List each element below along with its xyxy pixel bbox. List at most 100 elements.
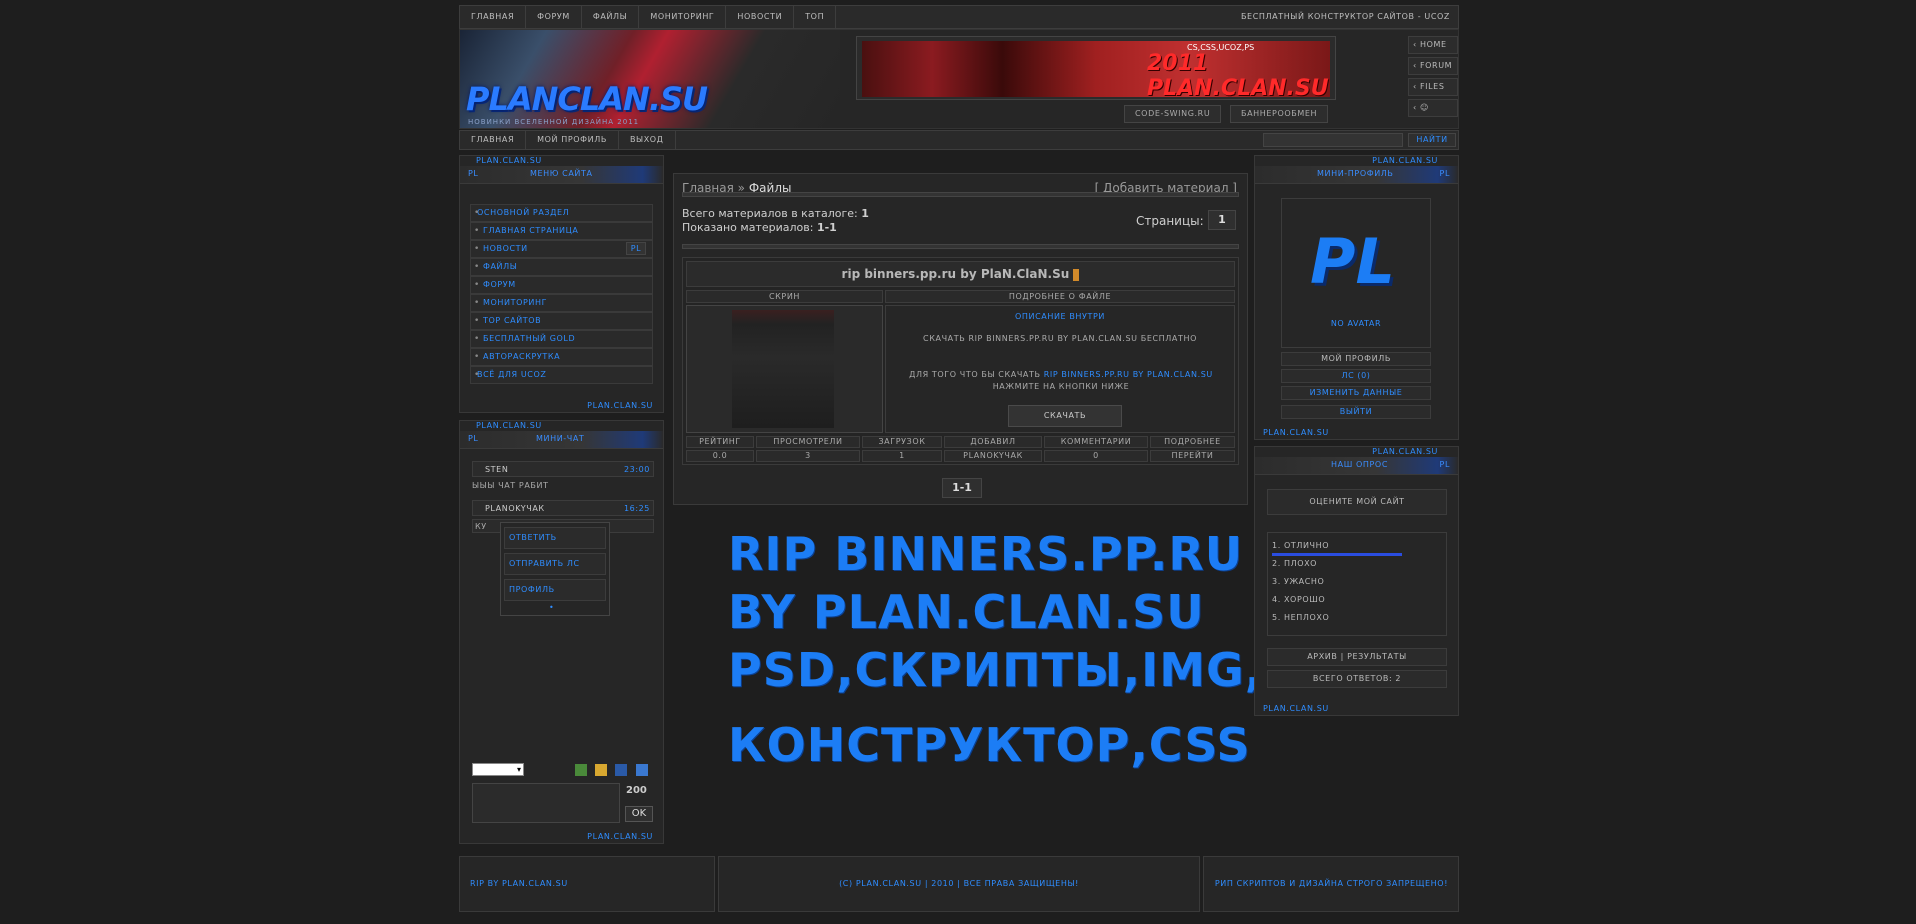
- menu-item-files[interactable]: Файлы: [470, 258, 653, 276]
- description-heading[interactable]: Описание внутри: [886, 312, 1234, 321]
- home-link[interactable]: ‹ HOME: [1408, 36, 1458, 54]
- subnav-logout[interactable]: Выход: [619, 131, 676, 149]
- menu-section-head[interactable]: Основной раздел: [470, 204, 653, 222]
- subnav-home[interactable]: Главная: [460, 131, 527, 149]
- total-materials: Всего материалов в каталоге: 1: [682, 207, 869, 220]
- ucoz-link[interactable]: Бесплатный конструктор сайтов - uCoz: [1241, 6, 1450, 28]
- poll-brand: plan.clan.su: [1372, 447, 1438, 456]
- footer-center: (c) plan.clan.su | 2010 | Все права защи…: [718, 856, 1200, 912]
- panel-title-bar: PL Меню сайта: [460, 166, 663, 184]
- menu-foot[interactable]: Всё для uCoz: [470, 366, 653, 384]
- footer-left: Rip by plan.clan.su: [459, 856, 715, 912]
- forum-link[interactable]: ‹ FORUM: [1408, 57, 1458, 75]
- comments-value: 0: [1044, 450, 1148, 462]
- menu-item-news[interactable]: НовостиPL: [470, 240, 653, 258]
- menu-item-free-gold[interactable]: Бесплатный gold: [470, 330, 653, 348]
- shown-materials: Показано материалов: 1-1: [682, 221, 837, 234]
- description-instructions: Для того что бы скачать rip binners.pp.r…: [909, 370, 1213, 391]
- send-pm-menu-item[interactable]: Отправить ЛС: [504, 553, 606, 575]
- chat-username: PlanokyЧак: [485, 504, 545, 513]
- poll-total: Всего ответов: 2: [1267, 670, 1447, 688]
- page-number[interactable]: 1: [1208, 210, 1236, 230]
- refresh-icon[interactable]: [575, 764, 587, 776]
- avatar[interactable]: PL No avatar: [1281, 198, 1431, 348]
- download-button[interactable]: Скачать: [1008, 405, 1122, 427]
- stats-header: Рейтинг: [686, 436, 754, 448]
- screen-column-header: Скрин: [686, 290, 883, 303]
- menu-item-home[interactable]: Главная страница: [470, 222, 653, 240]
- chat-context-menu: Ответить Отправить ЛС Профиль •: [500, 522, 610, 616]
- poll-title: Наш опрос: [1331, 460, 1389, 469]
- menu-item-monitoring[interactable]: Мониторинг: [470, 294, 653, 312]
- banner-title: 2011 PLAN.CLAN.SU: [1147, 51, 1329, 101]
- chat-message-header[interactable]: Sten 23:00: [472, 461, 654, 477]
- promo-line: BY PLAN.CLAN.SU: [728, 585, 1205, 639]
- menu-item-autopromo[interactable]: Автораскрутка: [470, 348, 653, 366]
- profile-title: Мини-профиль: [1317, 169, 1394, 178]
- chat-time: 23:00: [623, 465, 650, 474]
- smiley-select[interactable]: ▾: [472, 763, 524, 776]
- content-area: Главная » Файлы [ Добавить материал ] Вс…: [673, 173, 1248, 505]
- bold-icon[interactable]: [615, 764, 627, 776]
- chat-title-bar: PL Мини-чат: [460, 431, 663, 449]
- smile-link[interactable]: ‹ ☺: [1408, 99, 1458, 117]
- chevron-left-icon: ‹: [1413, 40, 1420, 49]
- reply-menu-item[interactable]: Ответить: [504, 527, 606, 549]
- calendar-icon[interactable]: [636, 764, 648, 776]
- profile-brand: plan.clan.su: [1372, 156, 1438, 165]
- poll-option[interactable]: 5. Неплохо: [1272, 613, 1329, 622]
- views-value: 3: [756, 450, 860, 462]
- file-link[interactable]: rip binners.pp.ru by plan.clan.su: [1044, 370, 1213, 379]
- smile-icon[interactable]: [595, 764, 607, 776]
- files-link[interactable]: ‹ FILES: [1408, 78, 1458, 96]
- poll-option[interactable]: 2. Плохо: [1272, 559, 1317, 568]
- search-input[interactable]: [1263, 133, 1403, 147]
- poll-option[interactable]: 3. Ужасно: [1272, 577, 1324, 586]
- code-swing-button[interactable]: code-swing.ru: [1124, 105, 1222, 123]
- panel-title: Меню сайта: [530, 169, 593, 178]
- go-link[interactable]: Перейти: [1150, 450, 1235, 462]
- poll-option[interactable]: 1. Отлично: [1272, 541, 1329, 550]
- edit-data-link[interactable]: Изменить данные: [1281, 386, 1431, 400]
- site-logo[interactable]: PLANCLAN.SU: [466, 80, 708, 118]
- chevron-left-icon: ‹: [1413, 103, 1420, 112]
- mini-chat-panel: plan.clan.su PL Мини-чат Sten 23:00 ыыы …: [459, 420, 664, 844]
- profile-tag: PL: [1439, 169, 1450, 178]
- banner[interactable]: CS,CSS,UCOZ,PS 2011 PLAN.CLAN.SU: [856, 36, 1336, 101]
- topnav-files[interactable]: Файлы: [582, 6, 640, 28]
- pages-label: Страницы:: [1136, 214, 1204, 228]
- poll-result-bar: [1272, 553, 1402, 556]
- divider: [682, 192, 1239, 197]
- search-button[interactable]: Найти: [1408, 133, 1456, 147]
- screenshot-thumbnail[interactable]: [686, 305, 883, 433]
- topnav-top[interactable]: Топ: [794, 6, 837, 28]
- download-icon: [1073, 268, 1080, 281]
- subnav-profile[interactable]: Мой профиль: [526, 131, 619, 149]
- entry-title[interactable]: rip binners.pp.ru by PlaN.ClaN.Su: [686, 261, 1235, 287]
- pm-link[interactable]: ЛС (0): [1281, 369, 1431, 383]
- stats-header: Загрузок: [862, 436, 942, 448]
- logout-link[interactable]: Выйти: [1281, 405, 1431, 419]
- chat-brand: plan.clan.su: [476, 421, 542, 430]
- profile-menu-item[interactable]: Профиль: [504, 579, 606, 601]
- topnav-forum[interactable]: Форум: [526, 6, 582, 28]
- my-profile-link[interactable]: Мой профиль: [1281, 352, 1431, 366]
- site-menu-panel: plan.clan.su PL Меню сайта Основной разд…: [459, 155, 664, 413]
- profile-brand-bottom: plan.clan.su: [1263, 428, 1329, 437]
- menu-item-top-sites[interactable]: TOP сайтов: [470, 312, 653, 330]
- chat-ok-button[interactable]: OK: [625, 806, 653, 822]
- poll-option[interactable]: 4. Хорошо: [1272, 595, 1325, 604]
- menu-item-forum[interactable]: Форум: [470, 276, 653, 294]
- header: PLANCLAN.SU Новинки вселенной дизайна 20…: [459, 29, 1459, 129]
- topnav-news[interactable]: Новости: [726, 6, 795, 28]
- chat-message-input[interactable]: [472, 783, 620, 823]
- topnav-home[interactable]: Главная: [460, 6, 527, 28]
- poll-archive-link[interactable]: Архив | Результаты: [1267, 648, 1447, 666]
- banner-exchange-button[interactable]: баннерообмен: [1230, 105, 1329, 123]
- poll-brand-bottom: plan.clan.su: [1263, 704, 1329, 713]
- chat-message-text: ку: [475, 522, 487, 531]
- bottom-pager[interactable]: 1-1: [942, 478, 982, 498]
- author-link[interactable]: PlanokyЧак: [944, 450, 1042, 462]
- topnav-monitoring[interactable]: Мониторинг: [639, 6, 727, 28]
- chat-message-header[interactable]: PlanokyЧак 16:25: [472, 500, 654, 516]
